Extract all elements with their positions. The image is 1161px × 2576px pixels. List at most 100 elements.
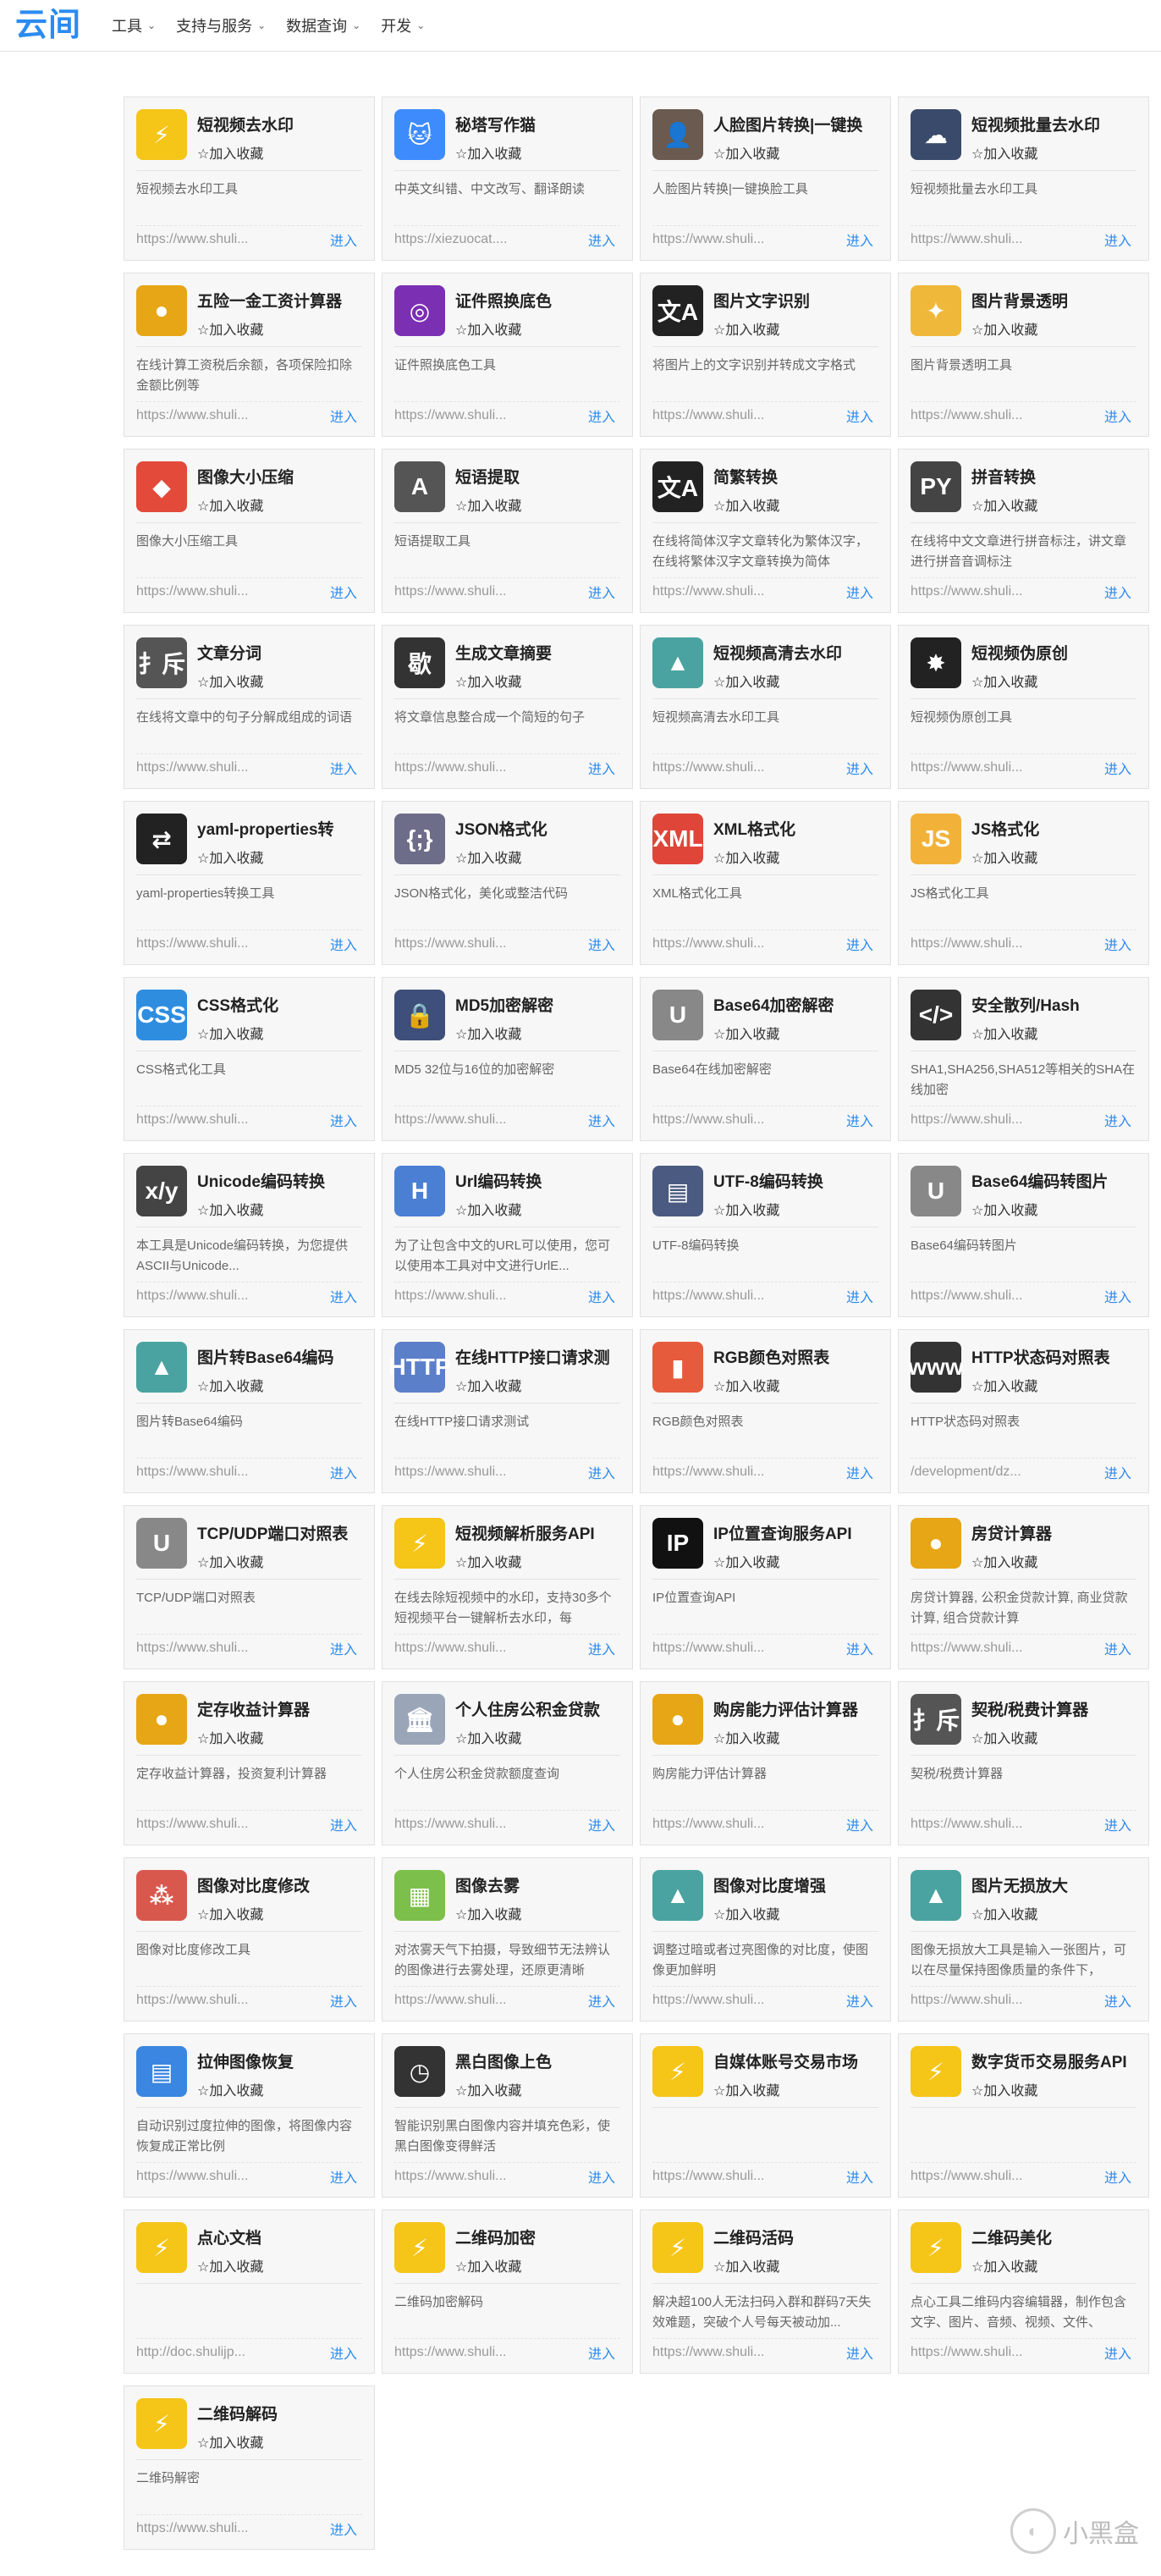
card-url[interactable]: https://www.shuli...: [911, 1817, 1023, 1832]
card-url[interactable]: https://www.shuli...: [136, 232, 249, 247]
tool-card[interactable]: ⚡ 二维码活码 ☆加入收藏 解决超100人无法扫码入群和群码7天失效难题，突破个人号每…: [640, 2209, 891, 2374]
card-title[interactable]: CSS格式化: [197, 993, 278, 1016]
enter-button[interactable]: 进入: [846, 1286, 878, 1306]
card-url[interactable]: https://www.shuli...: [911, 232, 1023, 247]
card-title[interactable]: XML格式化: [713, 817, 795, 840]
add-favorite-button[interactable]: ☆加入收藏: [971, 1727, 1088, 1747]
add-favorite-button[interactable]: ☆加入收藏: [713, 318, 810, 339]
enter-button[interactable]: 进入: [588, 1462, 620, 1482]
card-title[interactable]: 房贷计算器: [971, 1521, 1052, 1544]
enter-button[interactable]: 进入: [846, 1110, 878, 1130]
add-favorite-button[interactable]: ☆加入收藏: [971, 2079, 1127, 2099]
nav-item-tools[interactable]: 工具 ⌄: [112, 14, 156, 36]
enter-button[interactable]: 进入: [588, 2342, 620, 2363]
enter-button[interactable]: 进入: [1104, 934, 1136, 954]
card-url[interactable]: https://www.shuli...: [911, 2345, 1023, 2360]
card-url[interactable]: https://www.shuli...: [394, 1993, 507, 2008]
card-title[interactable]: 短语提取: [455, 465, 521, 488]
card-title[interactable]: 短视频高清去水印: [713, 641, 842, 664]
add-favorite-button[interactable]: ☆加入收藏: [971, 847, 1039, 867]
card-url[interactable]: https://www.shuli...: [136, 760, 249, 775]
tool-card[interactable]: ● 五险一金工资计算器 ☆加入收藏 在线计算工资税后余额，各项保险扣除金额比例等 htt…: [124, 273, 375, 437]
card-url[interactable]: https://www.shuli...: [911, 1641, 1023, 1656]
card-title[interactable]: 短视频批量去水印: [971, 113, 1100, 135]
enter-button[interactable]: 进入: [588, 582, 620, 602]
card-title[interactable]: 数字货币交易服务API: [971, 2049, 1127, 2072]
enter-button[interactable]: 进入: [588, 1110, 620, 1130]
add-favorite-button[interactable]: ☆加入收藏: [455, 847, 547, 867]
card-title[interactable]: 自媒体账号交易市场: [713, 2049, 858, 2072]
card-title[interactable]: 黑白图像上色: [455, 2049, 552, 2072]
add-favorite-button[interactable]: ☆加入收藏: [455, 670, 552, 691]
card-url[interactable]: https://www.shuli...: [136, 1465, 249, 1480]
enter-button[interactable]: 进入: [1104, 1990, 1136, 2011]
card-title[interactable]: Base64加密解密: [713, 993, 834, 1016]
enter-button[interactable]: 进入: [588, 229, 620, 250]
tool-card[interactable]: ✸ 短视频伪原创 ☆加入收藏 短视频伪原创工具 https://www.shuli...…: [898, 625, 1149, 789]
tool-card[interactable]: ● 购房能力评估计算器 ☆加入收藏 购房能力评估计算器 https://www.shul…: [640, 1681, 891, 1845]
add-favorite-button[interactable]: ☆加入收藏: [197, 670, 263, 691]
card-url[interactable]: https://www.shuli...: [394, 1817, 507, 1832]
card-title[interactable]: 证件照换底色: [455, 289, 552, 312]
tool-card[interactable]: ⁂ 图像对比度修改 ☆加入收藏 图像对比度修改工具 https://www.shuli.…: [124, 1857, 375, 2022]
enter-button[interactable]: 进入: [846, 582, 878, 602]
card-title[interactable]: 点心文档: [197, 2226, 263, 2248]
tool-card[interactable]: ◎ 证件照换底色 ☆加入收藏 证件照换底色工具 https://www.shuli...…: [382, 273, 633, 437]
enter-button[interactable]: 进入: [846, 758, 878, 778]
card-url[interactable]: https://www.shuli...: [136, 584, 249, 599]
tool-card[interactable]: ⚡ 短视频去水印 ☆加入收藏 短视频去水印工具 https://www.shuli...…: [124, 97, 375, 261]
card-url[interactable]: https://www.shuli...: [911, 760, 1023, 775]
card-url[interactable]: /development/dz...: [911, 1465, 1021, 1480]
card-title[interactable]: 安全散列/Hash: [971, 993, 1080, 1016]
site-logo[interactable]: 云间: [15, 9, 81, 41]
tool-card[interactable]: HTTP 在线HTTP接口请求测 ☆加入收藏 在线HTTP接口请求测试 https://…: [382, 1329, 633, 1493]
nav-item-develop[interactable]: 开发 ⌄: [381, 14, 425, 36]
card-title[interactable]: 二维码加密: [455, 2226, 536, 2248]
tool-card[interactable]: 扌斥 文章分词 ☆加入收藏 在线将文章中的句子分解成组成的词语 https://www.…: [124, 625, 375, 789]
add-favorite-button[interactable]: ☆加入收藏: [455, 2255, 536, 2275]
add-favorite-button[interactable]: ☆加入收藏: [455, 318, 552, 339]
tool-card[interactable]: ☁ 短视频批量去水印 ☆加入收藏 短视频批量去水印工具 https://www.shul…: [898, 97, 1149, 261]
card-title[interactable]: 图像去雾: [455, 1873, 521, 1896]
card-title[interactable]: JSON格式化: [455, 817, 547, 840]
enter-button[interactable]: 进入: [846, 1462, 878, 1482]
tool-card[interactable]: PY 拼音转换 ☆加入收藏 在线将中文文章进行拼音标注，讲文章进行拼音音调标注 http…: [898, 449, 1149, 613]
tool-card[interactable]: ▲ 图片转Base64编码 ☆加入收藏 图片转Base64编码 https://www.…: [124, 1329, 375, 1493]
card-title[interactable]: TCP/UDP端口对照表: [197, 1521, 348, 1544]
card-url[interactable]: https://www.shuli...: [652, 1641, 765, 1656]
tool-card[interactable]: U TCP/UDP端口对照表 ☆加入收藏 TCP/UDP端口对照表 https://ww…: [124, 1505, 375, 1669]
add-favorite-button[interactable]: ☆加入收藏: [197, 318, 342, 339]
enter-button[interactable]: 进入: [330, 1638, 362, 1658]
enter-button[interactable]: 进入: [1104, 1110, 1136, 1130]
add-favorite-button[interactable]: ☆加入收藏: [713, 2255, 794, 2275]
card-url[interactable]: https://www.shuli...: [394, 760, 507, 775]
tool-card[interactable]: ▲ 图片无损放大 ☆加入收藏 图像无损放大工具是输入一张图片，可以在尽量保持图像质量的…: [898, 1857, 1149, 2022]
enter-button[interactable]: 进入: [330, 758, 362, 778]
tool-card[interactable]: ◆ 图像大小压缩 ☆加入收藏 图像大小压缩工具 https://www.shuli...…: [124, 449, 375, 613]
enter-button[interactable]: 进入: [588, 1286, 620, 1306]
card-url[interactable]: https://www.shuli...: [136, 1288, 249, 1304]
add-favorite-button[interactable]: ☆加入收藏: [197, 1375, 334, 1395]
card-title[interactable]: 二维码活码: [713, 2226, 794, 2248]
card-url[interactable]: https://www.shuli...: [652, 760, 765, 775]
add-favorite-button[interactable]: ☆加入收藏: [713, 670, 842, 691]
tool-card[interactable]: 文A 图片文字识别 ☆加入收藏 将图片上的文字识别并转成文字格式 https://www…: [640, 273, 891, 437]
card-url[interactable]: https://www.shuli...: [136, 1817, 249, 1832]
card-title[interactable]: HTTP状态码对照表: [971, 1345, 1110, 1368]
card-title[interactable]: 图片无损放大: [971, 1873, 1068, 1896]
enter-button[interactable]: 进入: [1104, 1286, 1136, 1306]
add-favorite-button[interactable]: ☆加入收藏: [197, 494, 294, 515]
enter-button[interactable]: 进入: [588, 2166, 620, 2187]
card-title[interactable]: 图像对比度增强: [713, 1873, 826, 1896]
card-title[interactable]: 短视频伪原创: [971, 641, 1068, 664]
card-title[interactable]: 拉伸图像恢复: [197, 2049, 294, 2072]
card-url[interactable]: https://www.shuli...: [394, 936, 507, 952]
tool-card[interactable]: x/y Unicode编码转换 ☆加入收藏 本工具是Unicode编码转换，为您提供A…: [124, 1153, 375, 1317]
tool-card[interactable]: </> 安全散列/Hash ☆加入收藏 SHA1,SHA256,SHA512等相关的S…: [898, 977, 1149, 1141]
add-favorite-button[interactable]: ☆加入收藏: [713, 1023, 834, 1043]
add-favorite-button[interactable]: ☆加入收藏: [713, 847, 795, 867]
card-url[interactable]: https://www.shuli...: [652, 1112, 765, 1128]
tool-card[interactable]: 🐱 秘塔写作猫 ☆加入收藏 中英文纠错、中文改写、翻译朗读 https://xiezuo…: [382, 97, 633, 261]
card-title[interactable]: 图像对比度修改: [197, 1873, 310, 1896]
add-favorite-button[interactable]: ☆加入收藏: [197, 1903, 310, 1923]
